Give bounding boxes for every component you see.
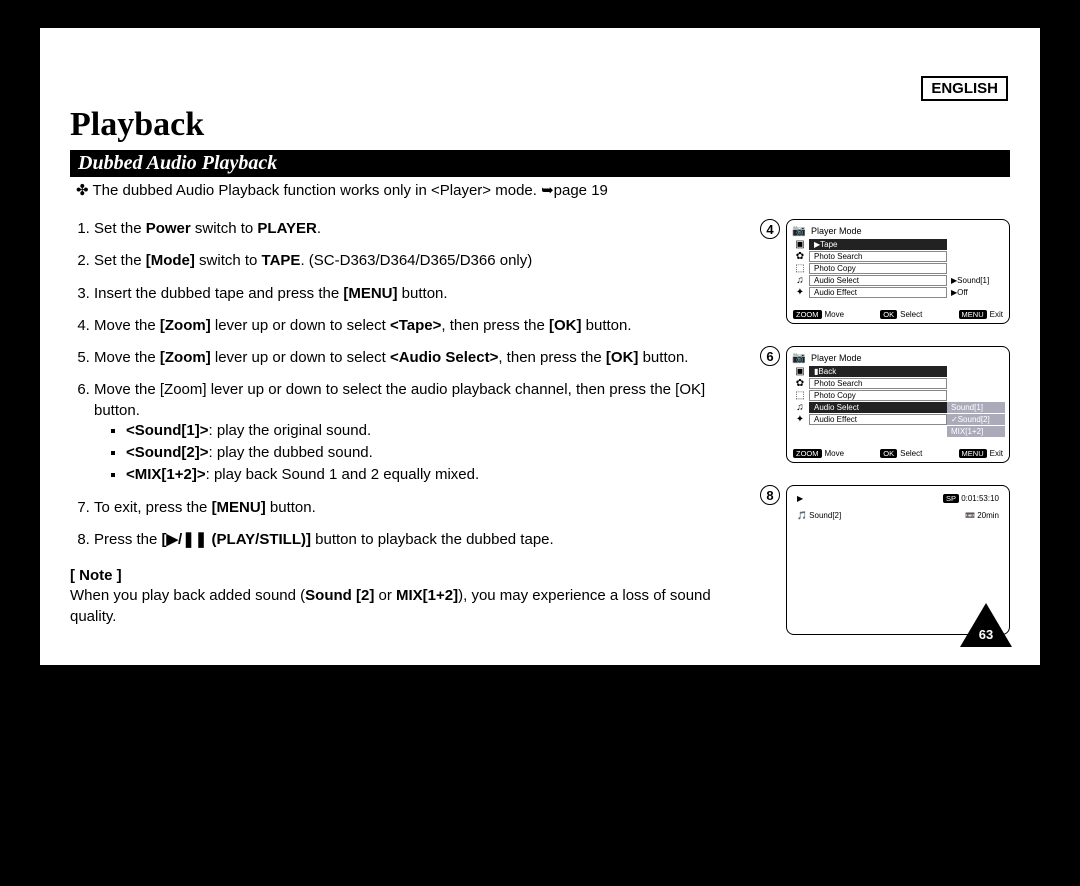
step-3: Insert the dubbed tape and press the [ME… bbox=[94, 284, 742, 304]
step-2: Set the [Mode] switch to TAPE. (SC-D363/… bbox=[94, 251, 742, 271]
camera-icon: 📷 bbox=[791, 351, 807, 364]
time-code: 0:01:53:10 bbox=[961, 494, 999, 503]
camera-icon: 📷 bbox=[791, 224, 807, 237]
step-6: Move the [Zoom] lever up or down to sele… bbox=[94, 380, 742, 485]
photo-icon: ✿ bbox=[791, 251, 809, 262]
value-off: ▶Off bbox=[947, 287, 1005, 298]
copy-icon: ⬚ bbox=[791, 390, 809, 401]
intro-bullet: ✤ bbox=[76, 182, 89, 199]
play-icon: ▶ bbox=[797, 494, 803, 503]
menu-item-audio-select: Audio Select bbox=[809, 275, 947, 286]
figure-8-number: 8 bbox=[760, 485, 780, 505]
page-number-badge: 63 bbox=[960, 603, 1012, 647]
step-8: Press the [▶/❚❚ (PLAY/STILL)] button to … bbox=[94, 530, 742, 550]
sp-badge: SP bbox=[943, 494, 959, 503]
menu-item-photo-copy: Photo Copy bbox=[809, 263, 947, 274]
tape-icon: ▣ bbox=[791, 366, 809, 377]
value-sound1: ▶Sound[1] bbox=[947, 275, 1005, 286]
figure-column: 4 📷 Player Mode ▣▶Tape ✿Photo Search ⬚Ph… bbox=[760, 219, 1010, 635]
menu-item-audio-effect: Audio Effect bbox=[809, 414, 947, 425]
figure-6-number: 6 bbox=[760, 346, 780, 366]
effect-icon: ✦ bbox=[791, 287, 809, 298]
step-6-opt3: <MIX[1+2]>: play back Sound 1 and 2 equa… bbox=[126, 465, 742, 485]
figure-4-number: 4 bbox=[760, 219, 780, 239]
copy-icon: ⬚ bbox=[791, 263, 809, 274]
section-heading: Dubbed Audio Playback bbox=[70, 150, 1010, 177]
figure-4-screen: 📷 Player Mode ▣▶Tape ✿Photo Search ⬚Phot… bbox=[786, 219, 1010, 324]
menu-item-photo-search: Photo Search bbox=[809, 251, 947, 262]
language-badge: ENGLISH bbox=[921, 76, 1008, 101]
intro-text: ✤ The dubbed Audio Playback function wor… bbox=[70, 181, 1010, 199]
value-sound1: Sound[1] bbox=[947, 402, 1005, 413]
note-heading: [ Note ] bbox=[70, 566, 742, 586]
step-6-opt2: <Sound[2]>: play the dubbed sound. bbox=[126, 443, 742, 463]
menu-item-back: ▮Back bbox=[809, 366, 947, 377]
step-1: Set the Power switch to PLAYER. bbox=[94, 219, 742, 239]
menu-item-audio-effect: Audio Effect bbox=[809, 287, 947, 298]
figure-6-screen: 📷 Player Mode ▣▮Back ✿Photo Search ⬚Phot… bbox=[786, 346, 1010, 463]
sound-indicator: 🎵 Sound[2] bbox=[797, 511, 841, 520]
step-6-opt1: <Sound[1]>: play the original sound. bbox=[126, 421, 742, 441]
value-mix: MIX[1+2] bbox=[947, 426, 1005, 437]
manual-page: ENGLISH Playback Dubbed Audio Playback ✤… bbox=[40, 28, 1040, 665]
figure-6: 6 📷 Player Mode ▣▮Back ✿Photo Search ⬚Ph… bbox=[760, 346, 1010, 463]
audio-icon: ♫ bbox=[791, 275, 809, 286]
instruction-column: Set the Power switch to PLAYER. Set the … bbox=[70, 219, 742, 635]
step-7: To exit, press the [MENU] button. bbox=[94, 498, 742, 518]
page-title: Playback bbox=[70, 106, 1010, 144]
figure-4: 4 📷 Player Mode ▣▶Tape ✿Photo Search ⬚Ph… bbox=[760, 219, 1010, 324]
effect-icon: ✦ bbox=[791, 414, 809, 425]
menu-item-audio-select: Audio Select bbox=[809, 402, 947, 413]
tape-icon: ▣ bbox=[791, 239, 809, 250]
intro-body: The dubbed Audio Playback function works… bbox=[92, 182, 607, 199]
page-number: 63 bbox=[976, 627, 996, 642]
photo-icon: ✿ bbox=[791, 378, 809, 389]
step-5: Move the [Zoom] lever up or down to sele… bbox=[94, 348, 742, 368]
osd-title: Player Mode bbox=[811, 226, 862, 236]
audio-icon: ♫ bbox=[791, 402, 809, 413]
menu-item-photo-search: Photo Search bbox=[809, 378, 947, 389]
osd-title: Player Mode bbox=[811, 353, 862, 363]
note-body: When you play back added sound (Sound [2… bbox=[70, 586, 742, 627]
step-4: Move the [Zoom] lever up or down to sele… bbox=[94, 316, 742, 336]
menu-item-photo-copy: Photo Copy bbox=[809, 390, 947, 401]
time-remaining: 📼 20min bbox=[965, 511, 999, 520]
menu-item-tape: ▶Tape bbox=[809, 239, 947, 250]
value-sound2: ✓Sound[2] bbox=[947, 414, 1005, 425]
